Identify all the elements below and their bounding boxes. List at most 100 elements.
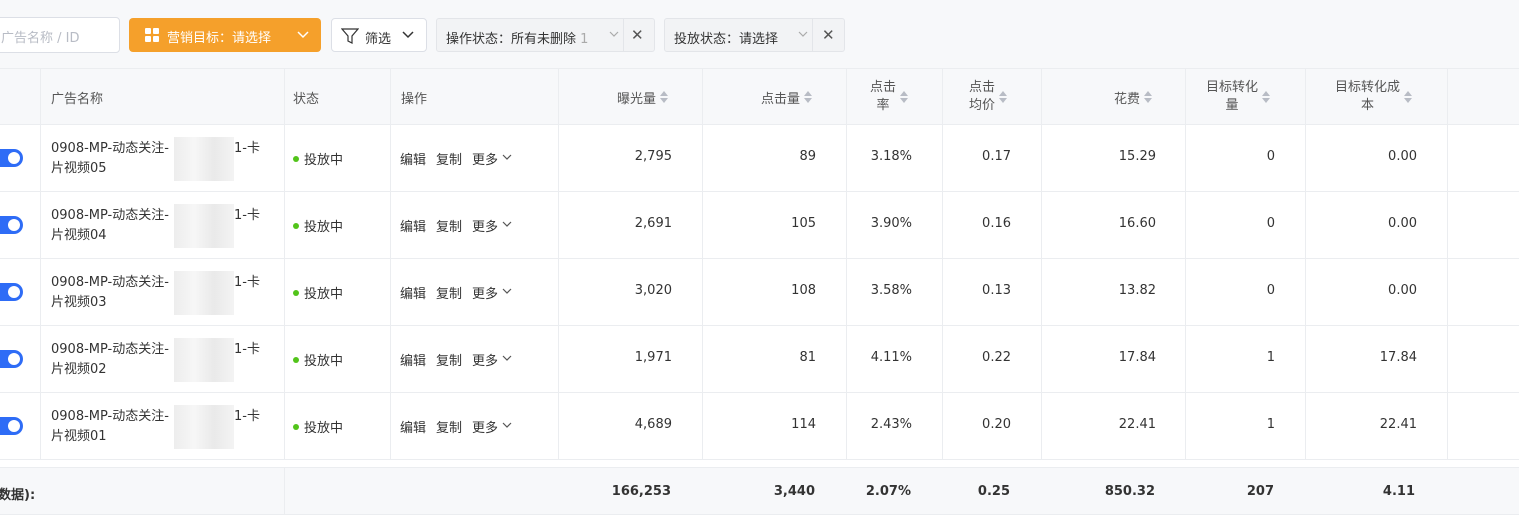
cell-cost: 22.41 bbox=[1118, 417, 1156, 432]
sort-icon[interactable] bbox=[804, 90, 812, 104]
col-header-impressions[interactable]: 曝光量 bbox=[560, 69, 668, 125]
more-link[interactable]: 更多 bbox=[472, 287, 498, 302]
more-link[interactable]: 更多 bbox=[472, 421, 498, 436]
cell-impressions: 1,971 bbox=[634, 350, 672, 365]
row-actions: 编辑 复制 更多 bbox=[400, 149, 512, 168]
cell-conv: 0 bbox=[1266, 149, 1275, 164]
chevron-down-icon bbox=[798, 31, 808, 37]
sort-icon[interactable] bbox=[900, 90, 908, 104]
col-header-ctr[interactable]: 点击率 bbox=[848, 69, 908, 125]
cell-impressions: 2,795 bbox=[634, 149, 672, 164]
enable-toggle[interactable] bbox=[0, 283, 23, 301]
col-header-conv[interactable]: 目标转化量 bbox=[1186, 69, 1270, 125]
delivery-status-tag[interactable]: 投放状态：请选择 ✕ bbox=[664, 18, 845, 52]
chevron-down-icon bbox=[502, 221, 512, 227]
cell-clicks: 105 bbox=[791, 216, 816, 231]
cell-cpc: 0.22 bbox=[982, 350, 1011, 365]
cell-cpa: 0.00 bbox=[1388, 216, 1417, 231]
ad-name[interactable]: 0908-MP-动态关注- 1-卡 片视频01 bbox=[51, 407, 281, 447]
cell-conv: 0 bbox=[1266, 216, 1275, 231]
edit-link[interactable]: 编辑 bbox=[400, 153, 426, 168]
table-row[interactable]: 0908-MP-动态关注- 1-卡 片视频03 投放中 编辑 复制 更多 3,020 108 3.… bbox=[0, 259, 1519, 326]
ad-name[interactable]: 0908-MP-动态关注- 1-卡 片视频03 bbox=[51, 273, 281, 313]
cell-ctr: 2.43% bbox=[870, 417, 912, 432]
cell-cost: 13.82 bbox=[1118, 283, 1156, 298]
cell-ctr: 3.18% bbox=[870, 149, 912, 164]
cell-ctr: 4.11% bbox=[870, 350, 912, 365]
row-actions: 编辑 复制 更多 bbox=[400, 283, 512, 302]
copy-link[interactable]: 复制 bbox=[436, 354, 462, 369]
total-cpa: 4.11 bbox=[1382, 484, 1415, 499]
edit-link[interactable]: 编辑 bbox=[400, 354, 426, 369]
edit-link[interactable]: 编辑 bbox=[400, 421, 426, 436]
enable-toggle[interactable] bbox=[0, 417, 23, 435]
cell-cpc: 0.16 bbox=[982, 216, 1011, 231]
sort-icon[interactable] bbox=[1144, 90, 1152, 104]
more-link[interactable]: 更多 bbox=[472, 354, 498, 369]
ad-name[interactable]: 0908-MP-动态关注- 1-卡 片视频02 bbox=[51, 340, 281, 380]
redacted-text-blur bbox=[174, 204, 234, 248]
ad-name[interactable]: 0908-MP-动态关注- 1-卡 片视频04 bbox=[51, 206, 281, 246]
cell-clicks: 89 bbox=[799, 149, 816, 164]
col-header-cost[interactable]: 花费 bbox=[1042, 69, 1152, 125]
close-icon[interactable]: ✕ bbox=[631, 28, 644, 43]
redacted-text-blur bbox=[174, 338, 234, 382]
cell-cpa: 17.84 bbox=[1379, 350, 1417, 365]
marketing-goal-select[interactable]: 营销目标：请选择 bbox=[129, 18, 321, 52]
op-status-count: 1 bbox=[580, 32, 589, 47]
cell-cost: 16.60 bbox=[1118, 216, 1156, 231]
edit-link[interactable]: 编辑 bbox=[400, 287, 426, 302]
table-row[interactable]: 0908-MP-动态关注- 1-卡 片视频05 投放中 编辑 复制 更多 2,795 89 3.1… bbox=[0, 125, 1519, 192]
total-cost: 850.32 bbox=[1104, 484, 1155, 499]
sort-icon[interactable] bbox=[1404, 90, 1412, 104]
table-row[interactable]: 0908-MP-动态关注- 1-卡 片视频04 投放中 编辑 复制 更多 2,691 105 3.… bbox=[0, 192, 1519, 259]
row-actions: 编辑 复制 更多 bbox=[400, 216, 512, 235]
redacted-text-blur bbox=[174, 271, 234, 315]
sort-icon[interactable] bbox=[660, 90, 668, 104]
filter-toolbar: 广告名称 / ID 营销目标：请选择 筛选 操作状态：所有未删除 1 ✕ 投放状… bbox=[0, 0, 1519, 68]
enable-toggle[interactable] bbox=[0, 350, 23, 368]
cell-impressions: 3,020 bbox=[634, 283, 672, 298]
edit-link[interactable]: 编辑 bbox=[400, 220, 426, 235]
total-conv: 207 bbox=[1246, 484, 1274, 499]
cell-impressions: 4,689 bbox=[634, 417, 672, 432]
more-link[interactable]: 更多 bbox=[472, 153, 498, 168]
col-header-clicks[interactable]: 点击量 bbox=[704, 69, 812, 125]
enable-toggle[interactable] bbox=[0, 149, 23, 167]
chevron-down-icon bbox=[502, 154, 512, 160]
col-header-cpc[interactable]: 点击 均价 bbox=[943, 69, 1007, 125]
cell-conv: 1 bbox=[1266, 417, 1275, 432]
col-header-cpa[interactable]: 目标转化成本 bbox=[1306, 69, 1412, 125]
close-icon[interactable]: ✕ bbox=[822, 28, 835, 43]
row-actions: 编辑 复制 更多 bbox=[400, 350, 512, 369]
op-status-tag[interactable]: 操作状态：所有未删除 1 ✕ bbox=[436, 18, 655, 52]
filter-button[interactable]: 筛选 bbox=[331, 18, 427, 52]
cell-conv: 0 bbox=[1266, 283, 1275, 298]
cell-cpa: 0.00 bbox=[1388, 283, 1417, 298]
cell-cost: 15.29 bbox=[1118, 149, 1156, 164]
copy-link[interactable]: 复制 bbox=[436, 220, 462, 235]
copy-link[interactable]: 复制 bbox=[436, 153, 462, 168]
copy-link[interactable]: 复制 bbox=[436, 421, 462, 436]
more-link[interactable]: 更多 bbox=[472, 220, 498, 235]
total-impressions: 166,253 bbox=[611, 484, 671, 499]
col-header-name: 广告名称 bbox=[51, 91, 104, 107]
search-input[interactable]: 广告名称 / ID bbox=[0, 17, 120, 53]
marketing-goal-label: 营销目标：请选择 bbox=[167, 31, 272, 46]
table-row[interactable]: 0908-MP-动态关注- 1-卡 片视频01 投放中 编辑 复制 更多 4,689 114 2.… bbox=[0, 393, 1519, 460]
sort-icon[interactable] bbox=[999, 90, 1007, 104]
ad-name[interactable]: 0908-MP-动态关注- 1-卡 片视频05 bbox=[51, 139, 281, 179]
filter-label: 筛选 bbox=[365, 32, 392, 47]
cell-cpa: 22.41 bbox=[1379, 417, 1417, 432]
chevron-down-icon bbox=[609, 31, 619, 37]
cell-clicks: 81 bbox=[799, 350, 816, 365]
chevron-down-icon bbox=[502, 355, 512, 361]
copy-link[interactable]: 复制 bbox=[436, 287, 462, 302]
chevron-down-icon bbox=[402, 31, 414, 39]
sort-icon[interactable] bbox=[1262, 90, 1270, 104]
table-row[interactable]: 0908-MP-动态关注- 1-卡 片视频02 投放中 编辑 复制 更多 1,971 81 4.1… bbox=[0, 326, 1519, 393]
col-header-status: 状态 bbox=[293, 91, 320, 107]
enable-toggle[interactable] bbox=[0, 216, 23, 234]
redacted-text-blur bbox=[174, 405, 234, 449]
total-cpc: 0.25 bbox=[977, 484, 1010, 499]
